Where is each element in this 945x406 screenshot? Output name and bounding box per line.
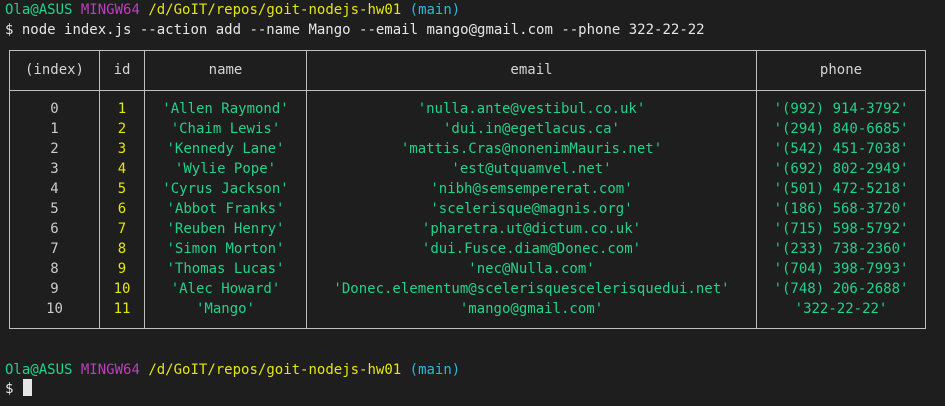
table-cell-phone: '(186) 568-3720': [773, 201, 909, 217]
table-cell-index: 8: [50, 261, 59, 277]
table-cell-phone: '(692) 802-2949': [773, 161, 909, 177]
table-cell-phone: '(704) 398-7993': [773, 261, 909, 277]
table-cell-index: 2: [50, 141, 59, 157]
table-cell-email: 'mango@gmail.com': [459, 301, 604, 317]
table-cell-name: 'Allen Raymond': [162, 101, 289, 117]
table-cell-email: 'dui.Fusce.diam@Donec.com': [421, 241, 642, 257]
prompt-symbol: $: [5, 22, 14, 38]
table-cell-index: 6: [50, 221, 59, 237]
table-cell-index: 3: [50, 161, 59, 177]
table-cell-index: 0: [50, 101, 59, 117]
header-separator: [10, 90, 925, 91]
table-cell-email: 'dui.in@egetlacus.ca': [442, 121, 620, 137]
table-cell-name: 'Simon Morton': [166, 241, 285, 257]
table-cell-name: 'Abbot Franks': [166, 201, 285, 217]
prompt-branch: (main): [409, 2, 461, 18]
table-cell-phone: '(748) 206-2688': [773, 281, 909, 297]
table-cell-phone: '(542) 451-7038': [773, 141, 909, 157]
table-cell-index: 10: [46, 301, 63, 317]
prompt-shell: MINGW64: [80, 2, 140, 18]
prompt-line-1: Ola@ASUS MINGW64 /d/GoIT/repos/goit-node…: [5, 0, 460, 20]
table-cell-id: 4: [117, 161, 127, 177]
prompt-symbol: $: [5, 381, 14, 397]
table-cell-name: 'Cyrus Jackson': [162, 181, 289, 197]
console-table: (index) id name email phone 0 1 'Allen Raymond'…: [9, 50, 926, 329]
table-cell-name: 'Reuben Henry': [166, 221, 285, 237]
table-cell-id: 7: [117, 221, 127, 237]
prompt-user: Ola@ASUS: [5, 362, 73, 378]
table-cell-id: 11: [113, 301, 131, 317]
text-cursor: [22, 379, 32, 396]
table-cell-id: 6: [117, 201, 127, 217]
table-cell-email: 'scelerisque@magnis.org': [430, 201, 633, 217]
column-header-name: name: [208, 62, 243, 78]
column-header-email: email: [510, 62, 553, 78]
table-cell-phone: '(992) 914-3792': [773, 101, 909, 117]
command-line: $ node index.js --action add --name Mang…: [5, 20, 705, 40]
table-cell-id: 2: [117, 121, 127, 137]
prompt-path: /d/GoIT/repos/goit-nodejs-hw01: [148, 362, 402, 378]
table-cell-email: 'Donec.elementum@scelerisquescelerisqued…: [333, 281, 730, 297]
table-cell-email: 'pharetra.ut@dictum.co.uk': [421, 221, 642, 237]
table-cell-name: 'Mango': [195, 301, 255, 317]
table-cell-email: 'nibh@semsempererat.com': [430, 181, 633, 197]
column-header-index: (index): [24, 62, 84, 78]
table-cell-name: 'Chaim Lewis': [170, 121, 281, 137]
prompt-shell: MINGW64: [80, 362, 140, 378]
table-cell-id: 8: [117, 241, 127, 257]
table-cell-email: 'nec@Nulla.com': [468, 261, 595, 277]
table-cell-id: 1: [117, 101, 127, 117]
table-cell-email: 'mattis.Cras@nonenimMauris.net': [400, 141, 663, 157]
table-cell-email: 'nulla.ante@vestibul.co.uk': [417, 101, 646, 117]
terminal-window[interactable]: Ola@ASUS MINGW64 /d/GoIT/repos/goit-node…: [0, 0, 945, 406]
column-header-id: id: [113, 62, 131, 78]
table-cell-name: 'Wylie Pope': [174, 161, 277, 177]
command-text: node index.js --action add --name Mango …: [21, 22, 705, 38]
table-cell-phone: '(294) 840-6685': [773, 121, 909, 137]
input-line[interactable]: $: [5, 379, 32, 399]
table-cell-index: 1: [50, 121, 59, 137]
prompt-user: Ola@ASUS: [5, 2, 73, 18]
table-cell-name: 'Thomas Lucas': [166, 261, 285, 277]
column-header-phone: phone: [819, 62, 863, 78]
table-cell-id: 5: [117, 181, 127, 197]
prompt-path: /d/GoIT/repos/goit-nodejs-hw01: [148, 2, 402, 18]
table-cell-phone: '(233) 738-2360': [773, 241, 909, 257]
table-cell-id: 10: [113, 281, 131, 297]
table-cell-name: 'Kennedy Lane': [166, 141, 285, 157]
table-cell-index: 7: [50, 241, 59, 257]
table-cell-name: 'Alec Howard': [170, 281, 281, 297]
table-cell-id: 9: [117, 261, 127, 277]
table-cell-phone: '322-22-22': [794, 301, 888, 317]
prompt-branch: (main): [409, 362, 461, 378]
table-cell-phone: '(501) 472-5218': [773, 181, 909, 197]
table-cell-email: 'est@utquamvel.net': [451, 161, 612, 177]
table-cell-phone: '(715) 598-5792': [773, 221, 909, 237]
table-cell-index: 9: [50, 281, 59, 297]
table-cell-index: 4: [50, 181, 59, 197]
table-cell-id: 3: [117, 141, 127, 157]
table-cell-index: 5: [50, 201, 59, 217]
prompt-line-2: Ola@ASUS MINGW64 /d/GoIT/repos/goit-node…: [5, 360, 460, 380]
